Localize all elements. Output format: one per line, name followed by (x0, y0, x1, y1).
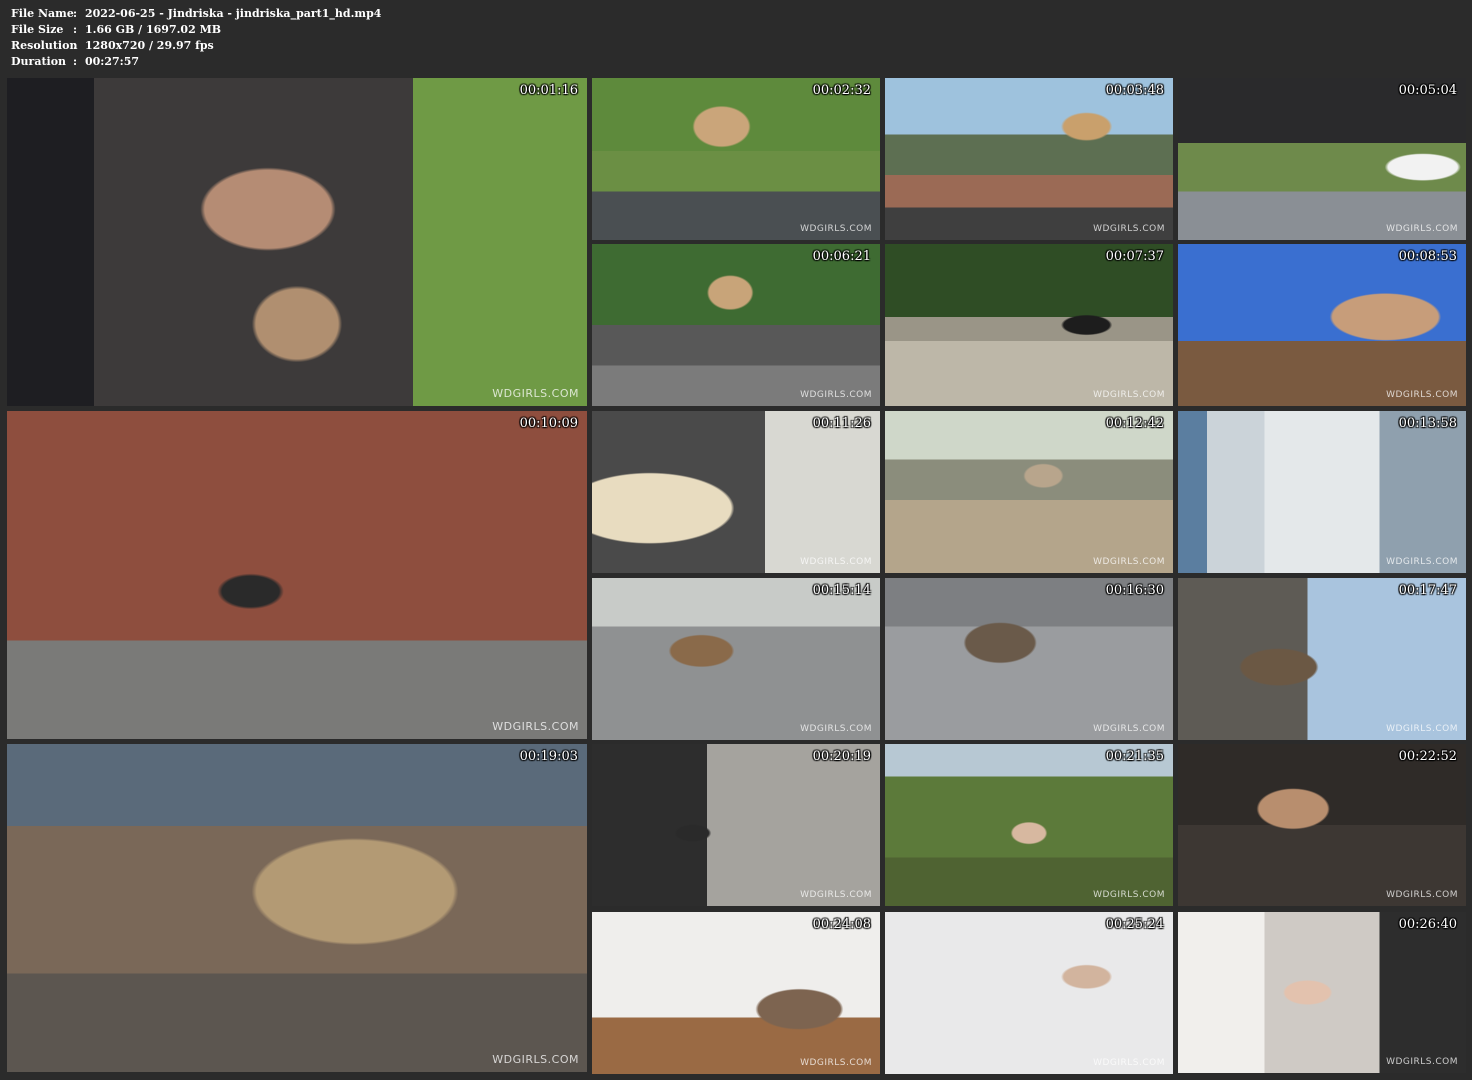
thumbnail-grid: 00:01:16 WDGIRLS.COM 00:02:32 WDGIRLS.COM 00… (0, 0, 1472, 1080)
thumbnail-watermark: WDGIRLS.COM (800, 557, 872, 567)
video-thumbnail[interactable]: 00:12:42 WDGIRLS.COM (885, 411, 1173, 573)
thumbnail-watermark: WDGIRLS.COM (800, 1058, 872, 1068)
thumbnail-frame-image (592, 411, 880, 573)
video-thumbnail[interactable]: 00:02:32 WDGIRLS.COM (592, 78, 880, 240)
video-thumbnail[interactable]: 00:20:19 WDGIRLS.COM (592, 744, 880, 906)
thumbnail-timestamp: 00:08:53 (1398, 249, 1457, 264)
thumbnail-watermark: WDGIRLS.COM (800, 390, 872, 400)
video-thumbnail[interactable]: 00:16:30 WDGIRLS.COM (885, 578, 1173, 740)
thumbnail-frame-image (7, 78, 587, 406)
video-thumbnail[interactable]: 00:01:16 WDGIRLS.COM (7, 78, 587, 406)
video-thumbnail[interactable]: 00:22:52 WDGIRLS.COM (1178, 744, 1466, 906)
thumbnail-timestamp: 00:13:58 (1398, 416, 1457, 431)
thumbnail-frame-image (1178, 744, 1466, 906)
video-thumbnail[interactable]: 00:15:14 WDGIRLS.COM (592, 578, 880, 740)
thumbnail-watermark: WDGIRLS.COM (1386, 1057, 1458, 1067)
video-thumbnail[interactable]: 00:19:03 WDGIRLS.COM (7, 744, 587, 1072)
video-thumbnail[interactable]: 00:07:37 WDGIRLS.COM (885, 244, 1173, 406)
thumbnail-timestamp: 00:20:19 (812, 749, 871, 764)
video-thumbnail[interactable]: 00:26:40 WDGIRLS.COM (1178, 912, 1466, 1073)
thumbnail-frame-image (885, 244, 1173, 406)
video-thumbnail[interactable]: 00:03:48 WDGIRLS.COM (885, 78, 1173, 240)
thumbnail-frame-image (885, 912, 1173, 1074)
thumbnail-timestamp: 00:24:08 (812, 917, 871, 932)
video-thumbnail[interactable]: 00:10:09 WDGIRLS.COM (7, 411, 587, 739)
thumbnail-watermark: WDGIRLS.COM (1386, 224, 1458, 234)
thumbnail-frame-image (592, 578, 880, 740)
thumbnail-timestamp: 00:21:35 (1105, 749, 1164, 764)
thumbnail-watermark: WDGIRLS.COM (1093, 557, 1165, 567)
thumbnail-watermark: WDGIRLS.COM (800, 724, 872, 734)
thumbnail-watermark: WDGIRLS.COM (1386, 890, 1458, 900)
thumbnail-frame-image (1178, 411, 1466, 573)
thumbnail-frame-image (885, 744, 1173, 906)
thumbnail-watermark: WDGIRLS.COM (1386, 390, 1458, 400)
thumbnail-frame-image (592, 78, 880, 240)
thumbnail-watermark: WDGIRLS.COM (492, 1053, 579, 1066)
thumbnail-frame-image (1178, 244, 1466, 406)
thumbnail-timestamp: 00:05:04 (1398, 83, 1457, 98)
thumbnail-frame-image (885, 411, 1173, 573)
video-thumbnail[interactable]: 00:05:04 WDGIRLS.COM (1178, 78, 1466, 240)
thumbnail-frame-image (7, 744, 587, 1072)
thumbnail-timestamp: 00:12:42 (1105, 416, 1164, 431)
thumbnail-frame-image (1178, 912, 1466, 1073)
video-thumbnail[interactable]: 00:21:35 WDGIRLS.COM (885, 744, 1173, 906)
video-thumbnail[interactable]: 00:17:47 WDGIRLS.COM (1178, 578, 1466, 740)
thumbnail-timestamp: 00:19:03 (519, 749, 578, 764)
thumbnail-timestamp: 00:07:37 (1105, 249, 1164, 264)
thumbnail-timestamp: 00:22:52 (1398, 749, 1457, 764)
thumbnail-watermark: WDGIRLS.COM (492, 387, 579, 400)
thumbnail-timestamp: 00:10:09 (519, 416, 578, 431)
thumbnail-timestamp: 00:16:30 (1105, 583, 1164, 598)
thumbnail-watermark: WDGIRLS.COM (1386, 724, 1458, 734)
thumbnail-frame-image (885, 78, 1173, 240)
thumbnail-timestamp: 00:03:48 (1105, 83, 1164, 98)
thumbnail-frame-image (1178, 578, 1466, 740)
thumbnail-timestamp: 00:26:40 (1398, 917, 1457, 932)
thumbnail-timestamp: 00:25:24 (1105, 917, 1164, 932)
thumbnail-frame-image (1178, 78, 1466, 240)
thumbnail-watermark: WDGIRLS.COM (1386, 557, 1458, 567)
thumbnail-watermark: WDGIRLS.COM (800, 890, 872, 900)
thumbnail-watermark: WDGIRLS.COM (1093, 890, 1165, 900)
thumbnail-watermark: WDGIRLS.COM (1093, 390, 1165, 400)
video-thumbnail[interactable]: 00:06:21 WDGIRLS.COM (592, 244, 880, 406)
thumbnail-watermark: WDGIRLS.COM (1093, 1058, 1165, 1068)
thumbnail-frame-image (592, 912, 880, 1074)
thumbnail-watermark: WDGIRLS.COM (492, 720, 579, 733)
thumbnail-watermark: WDGIRLS.COM (1093, 224, 1165, 234)
thumbnail-timestamp: 00:17:47 (1398, 583, 1457, 598)
thumbnail-watermark: WDGIRLS.COM (1093, 724, 1165, 734)
video-thumbnail[interactable]: 00:25:24 WDGIRLS.COM (885, 912, 1173, 1074)
thumbnail-frame-image (885, 578, 1173, 740)
video-thumbnail[interactable]: 00:08:53 WDGIRLS.COM (1178, 244, 1466, 406)
thumbnail-timestamp: 00:02:32 (812, 83, 871, 98)
thumbnail-frame-image (592, 744, 880, 906)
thumbnail-frame-image (7, 411, 587, 739)
thumbnail-timestamp: 00:11:26 (812, 416, 871, 431)
video-thumbnail[interactable]: 00:13:58 WDGIRLS.COM (1178, 411, 1466, 573)
thumbnail-frame-image (592, 244, 880, 406)
video-thumbnail[interactable]: 00:11:26 WDGIRLS.COM (592, 411, 880, 573)
video-thumbnail[interactable]: 00:24:08 WDGIRLS.COM (592, 912, 880, 1074)
thumbnail-watermark: WDGIRLS.COM (800, 224, 872, 234)
thumbnail-timestamp: 00:01:16 (519, 83, 578, 98)
thumbnail-timestamp: 00:15:14 (812, 583, 871, 598)
thumbnail-timestamp: 00:06:21 (812, 249, 871, 264)
